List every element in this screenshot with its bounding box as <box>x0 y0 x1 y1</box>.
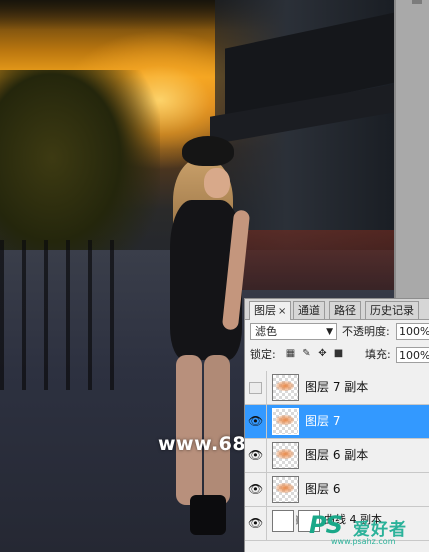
layer-thumbnail <box>272 374 299 401</box>
layer-thumbnail <box>272 476 299 503</box>
blend-row: 滤色 ▼ 不透明度: 100% <box>245 321 429 343</box>
layer-row[interactable]: 👁 图层 6 副本 <box>245 439 429 473</box>
tab-layers-label: 图层 <box>254 304 276 317</box>
tab-paths-label: 路径 <box>334 304 356 317</box>
visibility-toggle[interactable]: 👁 <box>245 405 267 438</box>
tab-channels[interactable]: 通道 <box>293 301 325 319</box>
layer-name[interactable]: 图层 6 <box>305 482 340 497</box>
site-logo: PS 爱好者 www.psahz.com <box>309 511 429 549</box>
opacity-label: 不透明度: <box>342 325 390 338</box>
eye-icon[interactable]: 👁 <box>248 482 263 496</box>
lock-transparent-icon[interactable]: ▦ <box>285 348 296 359</box>
strip-handle[interactable] <box>412 0 422 4</box>
layer-row[interactable]: 👁 图层 7 <box>245 405 429 439</box>
tab-paths[interactable]: 路径 <box>329 301 361 319</box>
curves-adjustment-icon <box>272 510 294 532</box>
canvas-image-region <box>204 355 230 505</box>
eye-icon[interactable]: 👁 <box>248 448 263 462</box>
layer-thumbnail <box>272 442 299 469</box>
chevron-down-icon[interactable]: ▼ <box>326 324 333 340</box>
canvas-image-region <box>204 168 230 198</box>
lock-label: 锁定: <box>250 348 276 361</box>
visibility-toggle[interactable]: 👁 <box>245 439 267 472</box>
opacity-input[interactable]: 100% <box>396 323 429 340</box>
blend-mode-select[interactable]: 滤色 ▼ <box>250 323 337 340</box>
close-icon[interactable]: × <box>278 306 286 317</box>
tab-layers[interactable]: 图层 × <box>249 301 292 320</box>
canvas-image-region <box>230 230 394 290</box>
tab-channels-label: 通道 <box>298 304 320 317</box>
canvas-image-region <box>190 495 226 535</box>
layer-thumbnail <box>272 408 299 435</box>
fill-label: 填充: <box>365 348 391 361</box>
canvas-image-region <box>182 136 234 166</box>
logo-url: www.psahz.com <box>331 537 396 546</box>
eye-off-box[interactable] <box>249 382 262 394</box>
eye-icon[interactable]: 👁 <box>248 516 263 530</box>
eye-icon[interactable]: 👁 <box>248 414 263 428</box>
fill-input[interactable]: 100% <box>396 347 429 363</box>
layer-name[interactable]: 图层 7 <box>305 414 340 429</box>
canvas-image-region <box>176 355 202 505</box>
tab-history-label: 历史记录 <box>370 304 414 317</box>
visibility-toggle[interactable] <box>245 371 267 404</box>
panel-tab-bar: 图层 × 通道 路径 历史记录 <box>245 299 429 320</box>
lock-brush-icon[interactable]: ✎ <box>301 348 312 359</box>
tab-history[interactable]: 历史记录 <box>365 301 419 319</box>
lock-row: 锁定: ▦ ✎ ✥ ■ 填充: 100% <box>245 345 429 365</box>
layer-row[interactable]: 👁 图层 6 <box>245 473 429 507</box>
canvas-image-region <box>0 240 120 390</box>
lock-all-icon[interactable]: ■ <box>333 348 344 359</box>
layer-name[interactable]: 图层 7 副本 <box>305 380 368 395</box>
logo-ps: PS <box>309 511 343 539</box>
layer-name[interactable]: 图层 6 副本 <box>305 448 368 463</box>
blend-mode-value: 滤色 <box>255 325 277 338</box>
visibility-toggle[interactable]: 👁 <box>245 507 267 540</box>
lock-move-icon[interactable]: ✥ <box>317 348 328 359</box>
layer-row[interactable]: 图层 7 副本 <box>245 371 429 405</box>
visibility-toggle[interactable]: 👁 <box>245 473 267 506</box>
